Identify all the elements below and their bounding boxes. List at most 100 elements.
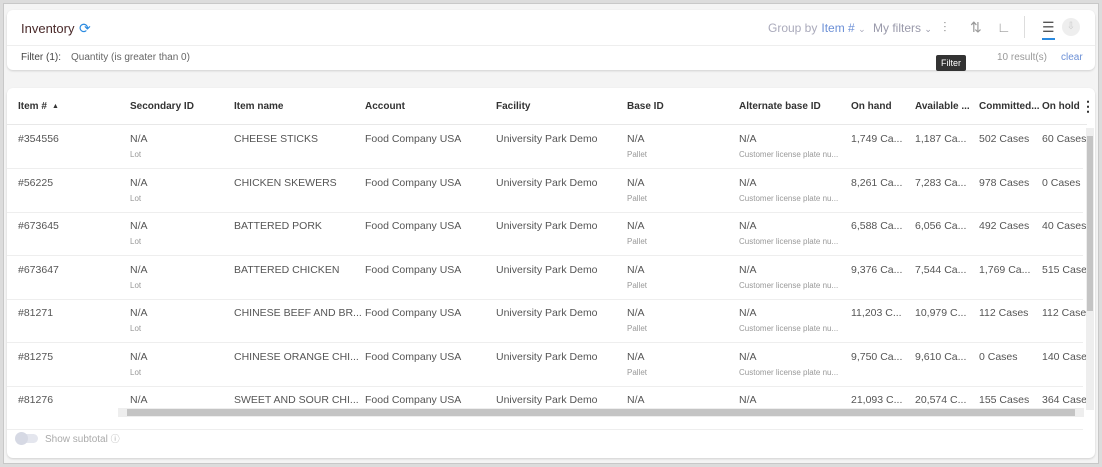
table-cell: 1,769 Ca... <box>979 263 1031 276</box>
column-header[interactable]: Item # <box>18 101 47 112</box>
table-cell: 7,544 Ca... <box>915 263 967 276</box>
table-cell: 978 Cases <box>979 176 1030 189</box>
table-cell: Food Company USA <box>365 350 462 363</box>
table-cell: N/A <box>130 394 148 406</box>
cell-subtext: Lot <box>130 324 142 333</box>
table-cell: #81271 <box>18 307 54 319</box>
table-row[interactable]: #56225 N/A Lot CHICKEN SKEWERS Food Company … <box>7 169 1083 213</box>
filter-value[interactable]: Quantity (is greater than 0) <box>71 52 190 63</box>
group-by-dropdown[interactable]: Group by Item # ⌄ <box>768 21 866 35</box>
table-cell: University Park Demo <box>496 350 598 363</box>
cell-subtext: Customer license plate nu... <box>739 324 839 333</box>
table-cell: N/A <box>627 350 645 363</box>
cell-subtext: Pallet <box>627 237 648 246</box>
column-header[interactable]: On hold <box>1042 101 1080 112</box>
table-cell: 11,203 C... <box>851 307 902 319</box>
sort-icon[interactable]: ⇅ <box>970 19 982 36</box>
table-cell: N/A <box>739 350 757 363</box>
table-cell: #673647 <box>18 263 59 276</box>
cell-subtext: Customer license plate nu... <box>739 150 839 159</box>
table-cell: University Park Demo <box>496 307 598 319</box>
table-cell: 21,093 C... <box>851 394 903 406</box>
cell-subtext: Lot <box>130 367 142 377</box>
cell-subtext: Lot <box>130 150 142 159</box>
table-cell: #56225 <box>18 176 54 189</box>
table-cell: N/A <box>627 220 645 232</box>
table-cell: 40 Cases <box>1042 220 1087 232</box>
group-by-label: Group by <box>768 21 818 35</box>
filter-label: Filter (1): <box>21 52 61 63</box>
table-cell: 0 Cases <box>979 350 1018 363</box>
table-cell: University Park Demo <box>496 220 598 232</box>
table-row[interactable]: #81275 N/A Lot CHINESE ORANGE CHI... Food Co… <box>7 343 1087 387</box>
columns-icon[interactable]: ∟ <box>997 19 1011 35</box>
table-cell: 9,610 Ca... <box>915 350 967 363</box>
column-header[interactable]: Base ID <box>627 101 664 112</box>
column-header[interactable]: Account <box>365 101 405 112</box>
table-cell: Food Company USA <box>365 176 462 189</box>
table-cell: N/A <box>739 307 757 319</box>
table-cell: 6,056 Ca... <box>915 220 967 232</box>
download-icon[interactable]: ⇩ <box>1062 18 1080 36</box>
horizontal-scrollbar[interactable] <box>118 408 1084 417</box>
vertical-scrollbar[interactable] <box>1086 128 1094 410</box>
table-cell: 112 Cases <box>979 307 1029 319</box>
column-header[interactable]: Facility <box>496 101 530 112</box>
inventory-table: Item # ▲ Secondary ID Item name Account Facil… <box>7 88 1095 458</box>
divider <box>7 45 1095 46</box>
column-header[interactable]: Available ... <box>915 101 970 112</box>
table-cell: #354556 <box>18 133 59 145</box>
table-cell: 9,750 Ca... <box>851 350 903 363</box>
table-cell: 60 Cases <box>1042 133 1087 145</box>
column-header[interactable]: Alternate base ID <box>739 101 821 112</box>
column-header[interactable]: Secondary ID <box>130 101 194 112</box>
table-cell: 20,574 C... <box>915 394 967 406</box>
table-row[interactable]: #673647 N/A Lot BATTERED CHICKEN Food Compan… <box>7 256 1087 300</box>
cell-subtext: Customer license plate nu... <box>739 193 839 203</box>
cell-subtext: Customer license plate nu... <box>739 237 839 246</box>
cell-subtext: Pallet <box>627 193 648 203</box>
scroll-thumb[interactable] <box>127 409 1075 416</box>
table-cell: 10,979 C... <box>915 307 967 319</box>
clear-filter-link[interactable]: clear <box>1061 52 1083 63</box>
cell-subtext: Customer license plate nu... <box>739 280 839 290</box>
table-cell: 1,749 Ca... <box>851 133 903 145</box>
table-row[interactable]: #354556 N/A Lot CHEESE STICKS Food Company U… <box>7 125 1087 169</box>
table-cell: 1,187 Ca... <box>915 133 967 145</box>
table-cell: #81276 <box>18 394 54 406</box>
column-header[interactable]: On hand <box>851 101 892 112</box>
table-cell: SWEET AND SOUR CHI... <box>234 394 359 406</box>
scroll-thumb[interactable] <box>1087 136 1093 311</box>
table-cell: N/A <box>739 133 757 145</box>
table-cell: 364 Case <box>1042 394 1087 406</box>
table-cell: Food Company USA <box>365 307 462 319</box>
table-cell: N/A <box>739 176 757 189</box>
cell-subtext: Lot <box>130 280 142 290</box>
column-header[interactable]: Item name <box>234 101 283 112</box>
table-cell: University Park Demo <box>496 133 598 145</box>
table-cell: Food Company USA <box>365 220 462 232</box>
table-row[interactable]: #81271 N/A Lot CHINESE BEEF AND BR... Food C… <box>7 299 1087 343</box>
table-cell: N/A <box>627 307 645 319</box>
column-menu-icon[interactable]: ⋮ <box>1081 98 1095 115</box>
group-by-value: Item # <box>821 21 855 35</box>
table-cell: 492 Cases <box>979 220 1030 232</box>
page-title: Inventory <box>21 21 75 36</box>
table-row[interactable]: #673645 N/A Lot BATTERED PORK Food Company U… <box>7 212 1087 256</box>
filter-icon[interactable]: ⫶ <box>943 19 947 36</box>
table-cell: N/A <box>739 220 757 232</box>
table-cell: N/A <box>130 263 148 276</box>
cell-subtext: Pallet <box>627 367 648 377</box>
table-cell: 6,588 Ca... <box>851 220 903 232</box>
table-cell: N/A <box>627 394 645 406</box>
table-cell: 155 Cases <box>979 394 1030 406</box>
list-view-icon[interactable]: ☰ <box>1042 19 1055 40</box>
table-cell: 112 Case <box>1042 307 1087 319</box>
table-cell: N/A <box>130 133 148 145</box>
show-subtotal-toggle[interactable] <box>15 432 38 445</box>
cell-subtext: Pallet <box>627 280 648 290</box>
column-header[interactable]: Committed... <box>979 101 1040 112</box>
table-cell: 7,283 Ca... <box>915 176 967 189</box>
my-filters-dropdown[interactable]: My filters ⌄ <box>873 21 932 35</box>
refresh-icon[interactable]: ⟳ <box>79 20 91 37</box>
